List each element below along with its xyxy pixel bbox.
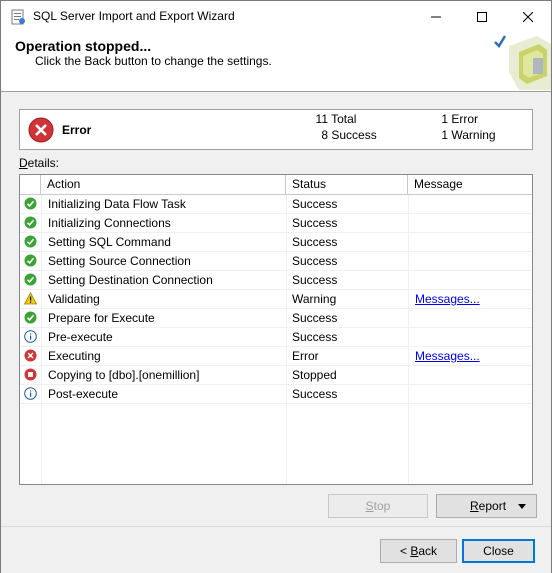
info-icon: [24, 330, 38, 344]
summary-warning: 1 Warning: [434, 128, 496, 142]
info-icon: [24, 387, 38, 401]
table-row[interactable]: Validating Warning Messages...: [20, 290, 532, 309]
row-status: Stopped: [292, 368, 337, 382]
success-label: Success: [331, 128, 377, 142]
table-row[interactable]: Pre-execute Success: [20, 328, 532, 347]
row-action: Validating: [48, 292, 100, 306]
summary-total: 11 Total: [314, 112, 357, 126]
row-action: Initializing Connections: [48, 216, 171, 230]
table-row[interactable]: Initializing Connections Success: [20, 214, 532, 233]
total-label: Total: [331, 112, 357, 126]
dropdown-arrow-icon: [518, 504, 526, 509]
row-action: Prepare for Execute: [48, 311, 155, 325]
table-row[interactable]: Prepare for Execute Success: [20, 309, 532, 328]
window-title: SQL Server Import and Export Wizard: [33, 9, 235, 23]
row-action: Setting SQL Command: [48, 235, 171, 249]
table-row[interactable]: Initializing Data Flow Task Success: [20, 195, 532, 214]
row-status: Error: [292, 349, 319, 363]
stopped-icon: [24, 368, 38, 382]
row-status: Success: [292, 387, 338, 401]
summary-success: 8 Success: [314, 128, 377, 142]
details-label: Details:: [19, 156, 60, 170]
stop-button[interactable]: Stop: [328, 494, 428, 518]
row-action: Setting Destination Connection: [48, 273, 213, 287]
table-row[interactable]: Setting Source Connection Success: [20, 252, 532, 271]
table-row[interactable]: Copying to [dbo].[onemillion] Stopped: [20, 366, 532, 385]
summary-error: 1 Error: [434, 112, 478, 126]
column-header-icon[interactable]: [20, 175, 41, 194]
table-row[interactable]: Setting SQL Command Success: [20, 233, 532, 252]
error-count: 1: [441, 112, 448, 126]
row-action: Copying to [dbo].[onemillion]: [48, 368, 200, 382]
success-count: 8: [321, 128, 328, 142]
table-row[interactable]: Post-execute Success: [20, 385, 532, 404]
maximize-icon: [477, 11, 487, 22]
page-title: Operation stopped...: [15, 38, 152, 54]
wizard-app-icon: [10, 9, 26, 25]
row-status: Success: [292, 273, 338, 287]
messages-link[interactable]: Messages...: [415, 290, 530, 309]
row-action: Executing: [48, 349, 101, 363]
close-window-button[interactable]: [505, 1, 551, 32]
column-header-message[interactable]: Message: [408, 175, 532, 194]
grid-header: Action Status Message: [20, 175, 532, 195]
maximize-button[interactable]: [459, 1, 505, 32]
total-count: 11: [315, 112, 328, 126]
title-bar: SQL Server Import and Export Wizard: [1, 1, 551, 32]
success-icon: [24, 216, 38, 230]
error-label: Error: [451, 112, 479, 126]
row-status: Success: [292, 235, 338, 249]
success-icon: [24, 311, 38, 325]
row-action: Setting Source Connection: [48, 254, 191, 268]
grid-rows: Initializing Data Flow Task Success Initia…: [20, 195, 532, 404]
warning-label: Warning: [451, 128, 496, 142]
error-icon: [24, 349, 38, 363]
row-status: Success: [292, 216, 338, 230]
page-subtitle: Click the Back button to change the sett…: [35, 54, 272, 68]
table-row[interactable]: Setting Destination Connection Success: [20, 271, 532, 290]
close-button[interactable]: Close: [462, 539, 535, 563]
table-row[interactable]: Executing Error Messages...: [20, 347, 532, 366]
minimize-button[interactable]: [413, 1, 459, 32]
summary-panel: Error 11 Total 8 Success 1 Error 1 Warni…: [19, 109, 533, 150]
minimize-icon: [431, 16, 441, 17]
wizard-banner-graphic-icon: [494, 35, 551, 90]
row-status: Success: [292, 197, 338, 211]
success-icon: [24, 273, 38, 287]
warning-icon: [23, 291, 38, 306]
wizard-header: Operation stopped... Click the Back butt…: [1, 32, 551, 92]
success-icon: [24, 197, 38, 211]
success-icon: [24, 235, 38, 249]
messages-link[interactable]: Messages...: [415, 347, 530, 366]
success-icon: [24, 254, 38, 268]
column-header-status[interactable]: Status: [286, 175, 408, 194]
close-icon: [523, 11, 533, 22]
back-button[interactable]: < Back: [380, 539, 457, 563]
row-status: Success: [292, 254, 338, 268]
row-status: Success: [292, 330, 338, 344]
row-action: Post-execute: [48, 387, 119, 401]
warning-count: 1: [441, 128, 448, 142]
row-action: Pre-execute: [48, 330, 113, 344]
row-status: Warning: [292, 292, 337, 306]
column-header-action[interactable]: Action: [41, 175, 286, 194]
report-button[interactable]: Report: [436, 494, 537, 518]
details-grid[interactable]: Action Status Message Initializing Data …: [19, 174, 533, 485]
summary-state: Error: [62, 123, 92, 137]
row-action: Initializing Data Flow Task: [48, 197, 186, 211]
error-status-icon: [28, 117, 54, 143]
wizard-window: SQL Server Import and Export Wizard Oper…: [0, 0, 552, 573]
row-status: Success: [292, 311, 338, 325]
